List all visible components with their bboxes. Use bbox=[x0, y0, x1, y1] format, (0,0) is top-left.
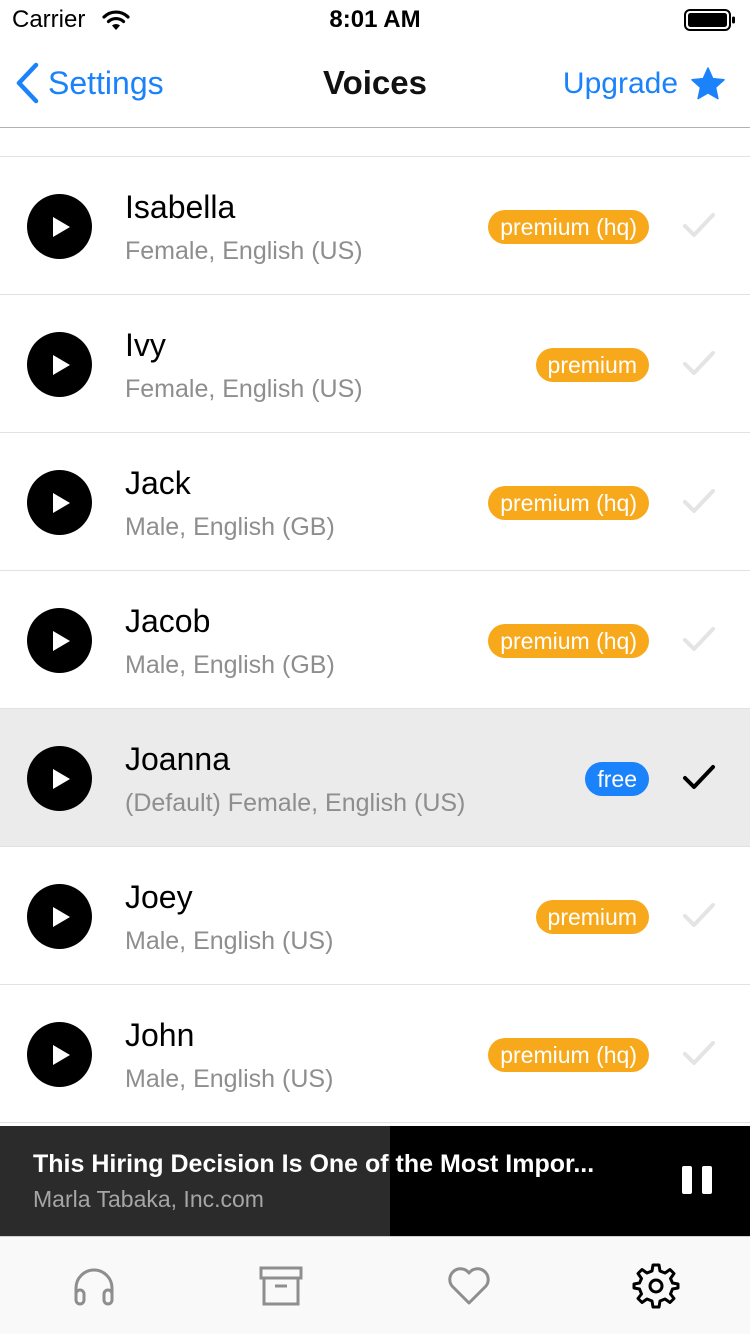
tab-archive[interactable] bbox=[188, 1237, 376, 1334]
archive-icon bbox=[259, 1266, 303, 1305]
voice-row-ivy[interactable]: Ivy Female, English (US) premium bbox=[0, 295, 750, 433]
voice-row-joanna[interactable]: Joanna (Default) Female, English (US) fr… bbox=[0, 709, 750, 847]
now-playing-title: This Hiring Decision Is One of the Most … bbox=[33, 1150, 595, 1178]
checkmark-icon bbox=[683, 765, 715, 789]
battery-icon bbox=[684, 9, 735, 31]
voice-description: Male, English (GB) bbox=[125, 651, 335, 679]
voice-name: Jacob bbox=[125, 603, 211, 639]
pause-icon-bar-left bbox=[682, 1166, 692, 1194]
tier-badge: premium (hq) bbox=[488, 486, 649, 520]
play-button[interactable] bbox=[27, 332, 92, 397]
tier-badge: premium (hq) bbox=[488, 210, 649, 244]
pause-icon-bar-right bbox=[702, 1166, 712, 1194]
gear-icon bbox=[632, 1263, 680, 1308]
voice-description: (Default) Female, English (US) bbox=[125, 789, 466, 817]
checkmark-icon bbox=[683, 903, 715, 927]
tier-badge: premium (hq) bbox=[488, 624, 649, 658]
voice-name: John bbox=[125, 1017, 195, 1053]
back-button[interactable]: Settings bbox=[14, 58, 164, 108]
upgrade-button[interactable]: Upgrade bbox=[563, 62, 726, 106]
voice-description: Female, English (US) bbox=[125, 375, 363, 403]
play-button[interactable] bbox=[27, 608, 92, 673]
checkmark-icon bbox=[683, 489, 715, 513]
pause-button[interactable] bbox=[682, 1166, 712, 1196]
voice-description: Male, English (GB) bbox=[125, 513, 335, 541]
voice-name: Jack bbox=[125, 465, 191, 501]
voice-row-jacob[interactable]: Jacob Male, English (GB) premium (hq) bbox=[0, 571, 750, 709]
checkmark-icon bbox=[683, 1041, 715, 1065]
voice-name: Isabella bbox=[125, 189, 236, 225]
voice-name: Joey bbox=[125, 879, 193, 915]
tier-badge: premium (hq) bbox=[488, 1038, 649, 1072]
tab-settings[interactable] bbox=[563, 1237, 750, 1334]
voice-row-john[interactable]: John Male, English (US) premium (hq) bbox=[0, 985, 750, 1123]
voice-description: Male, English (US) bbox=[125, 927, 334, 955]
checkmark-icon bbox=[683, 627, 715, 651]
tier-badge: premium bbox=[535, 348, 649, 382]
voice-list: Isabella Female, English (US) premium (h… bbox=[0, 156, 750, 1126]
play-button[interactable] bbox=[27, 746, 92, 811]
now-playing-source: Marla Tabaka, Inc.com bbox=[33, 1186, 264, 1212]
play-icon bbox=[53, 768, 70, 789]
voice-row-isabella[interactable]: Isabella Female, English (US) premium (h… bbox=[0, 157, 750, 295]
tab-listen[interactable] bbox=[0, 1237, 188, 1334]
checkmark-icon bbox=[683, 213, 715, 237]
voice-row-joey[interactable]: Joey Male, English (US) premium bbox=[0, 847, 750, 985]
play-icon bbox=[53, 630, 70, 651]
play-icon bbox=[53, 906, 70, 927]
clock: 8:01 AM bbox=[329, 6, 421, 33]
voice-name: Ivy bbox=[125, 327, 166, 363]
play-button[interactable] bbox=[27, 470, 92, 535]
heart-icon bbox=[448, 1266, 490, 1304]
mini-player[interactable]: This Hiring Decision Is One of the Most … bbox=[0, 1126, 750, 1236]
play-button[interactable] bbox=[27, 884, 92, 949]
tab-favorites[interactable] bbox=[375, 1237, 563, 1334]
upgrade-label: Upgrade bbox=[562, 67, 678, 100]
play-icon bbox=[53, 492, 70, 513]
headphones-icon bbox=[74, 1268, 114, 1305]
star-icon bbox=[691, 67, 725, 100]
tier-badge: premium bbox=[535, 900, 649, 934]
tier-badge: free bbox=[585, 762, 649, 796]
voice-row-jack[interactable]: Jack Male, English (GB) premium (hq) bbox=[0, 433, 750, 571]
play-icon bbox=[53, 354, 70, 375]
voice-description: Male, English (US) bbox=[125, 1065, 334, 1093]
status-bar: Carrier 8:01 AM bbox=[0, 0, 750, 40]
tab-bar bbox=[0, 1236, 750, 1334]
chevron-left-icon bbox=[16, 62, 39, 104]
voice-name: Joanna bbox=[125, 741, 230, 777]
voice-description: Female, English (US) bbox=[125, 237, 363, 265]
checkmark-icon bbox=[683, 351, 715, 375]
play-button[interactable] bbox=[27, 1022, 92, 1087]
play-icon bbox=[53, 216, 70, 237]
play-button[interactable] bbox=[27, 194, 92, 259]
playback-progress-bar bbox=[0, 1126, 390, 1236]
play-icon bbox=[53, 1044, 70, 1065]
navigation-bar: Settings Voices Upgrade bbox=[0, 40, 750, 128]
back-label: Settings bbox=[48, 64, 164, 101]
